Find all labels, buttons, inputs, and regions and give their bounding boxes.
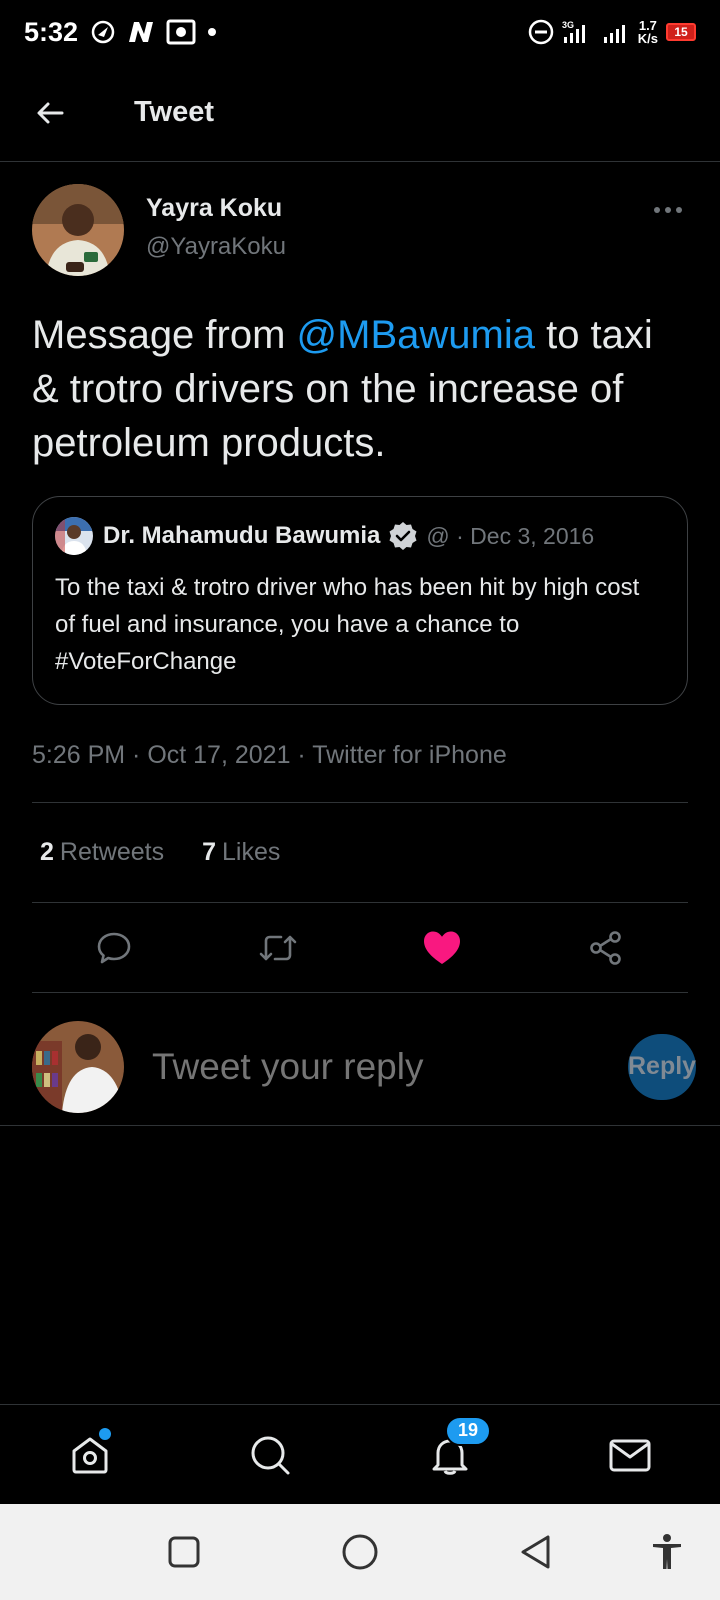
tab-search[interactable] xyxy=(235,1420,305,1490)
tab-messages[interactable] xyxy=(595,1420,665,1490)
share-action-button[interactable] xyxy=(581,923,631,973)
search-icon xyxy=(251,1436,290,1474)
back-system-button[interactable] xyxy=(511,1527,561,1577)
arrow-left-icon xyxy=(37,102,64,123)
tweet-actions xyxy=(32,903,688,993)
navigation-icon xyxy=(91,20,115,44)
tab-notifications[interactable]: 19 xyxy=(415,1415,491,1490)
mention-link[interactable]: @MBawumia xyxy=(297,313,535,357)
reply-action-button[interactable] xyxy=(89,923,139,973)
triangle-back-icon xyxy=(521,1535,550,1569)
tweet-text: Message from @MBawumia to taxi & trotro … xyxy=(32,313,653,465)
top-app-bar: Tweet xyxy=(0,64,720,162)
tab-home[interactable] xyxy=(55,1420,125,1490)
quoted-author-avatar xyxy=(55,517,93,555)
my-avatar xyxy=(32,1020,124,1113)
dnd-icon xyxy=(528,19,554,45)
reply-button[interactable]: Reply xyxy=(628,1033,697,1100)
tweet-stats: 2 Retweets 7 Likes xyxy=(32,803,688,903)
likes-stat[interactable]: 7 Likes xyxy=(202,838,280,867)
retweet-action-button[interactable] xyxy=(253,923,303,973)
author-row: Yayra Koku @YayraKoku xyxy=(32,184,688,276)
accessibility-icon xyxy=(653,1534,681,1569)
square-icon xyxy=(168,1536,200,1568)
quoted-author-name: Dr. Mahamudu Bawumia xyxy=(103,522,381,549)
more-dot-icon xyxy=(665,207,671,213)
circle-icon xyxy=(342,1534,378,1570)
reply-composer: Reply xyxy=(0,1008,720,1126)
dot-icon xyxy=(208,28,217,36)
author-avatar-image xyxy=(32,184,124,276)
comment-icon xyxy=(97,932,131,963)
status-bar: 5:32 3G 1.7 K/s 15 xyxy=(0,0,720,64)
heart-filled-icon xyxy=(424,931,460,964)
my-avatar-image xyxy=(32,1020,124,1113)
signal-icon xyxy=(603,25,625,43)
tweet-meta: 5:26 PM · Oct 17, 2021 · Twitter for iPh… xyxy=(32,741,688,803)
home-new-indicator xyxy=(99,1427,111,1440)
quoted-tweet-text: To the taxi & trotro driver who has been… xyxy=(55,574,640,675)
author-name[interactable]: Yayra Koku xyxy=(146,194,286,223)
retweets-stat[interactable]: 2 Retweets xyxy=(40,838,164,867)
back-button[interactable] xyxy=(20,83,80,143)
author-handle[interactable]: @YayraKoku xyxy=(146,233,286,261)
page-title: Tweet xyxy=(134,96,215,128)
status-time: 5:32 xyxy=(24,16,79,47)
recents-button[interactable] xyxy=(159,1527,209,1577)
reply-input[interactable] xyxy=(152,1045,628,1088)
home-system-button[interactable] xyxy=(335,1527,385,1577)
notifications-badge: 19 xyxy=(445,1415,491,1446)
retweet-icon xyxy=(259,935,297,960)
svg-text:3G: 3G xyxy=(562,20,574,30)
mail-icon xyxy=(609,1439,651,1471)
author-avatar[interactable] xyxy=(32,184,124,276)
quoted-avatar-image xyxy=(55,517,93,555)
battery-icon: 15 xyxy=(666,23,696,41)
photo-app-icon xyxy=(166,19,196,45)
system-navigation-bar xyxy=(0,1504,720,1600)
quoted-handle-date: @ · Dec 3, 2016 xyxy=(426,522,595,549)
n-app-icon xyxy=(129,22,154,42)
battery-level: 15 xyxy=(666,23,696,41)
share-icon xyxy=(590,930,621,965)
more-options-button[interactable] xyxy=(648,200,688,220)
like-action-button[interactable] xyxy=(417,923,467,973)
more-dot-icon xyxy=(654,207,660,213)
quoted-tweet[interactable]: Dr. Mahamudu Bawumia @ · Dec 3, 2016 To … xyxy=(32,496,688,705)
bottom-navigation: 19 xyxy=(0,1404,720,1504)
signal-4g-icon: 3G xyxy=(562,20,585,43)
more-dot-icon xyxy=(676,207,682,213)
accessibility-button[interactable] xyxy=(642,1527,692,1577)
tweet-detail: Yayra Koku @YayraKoku Message from @MBaw… xyxy=(32,162,688,993)
network-speed: 1.7 K/s xyxy=(637,18,658,46)
verified-badge-icon xyxy=(389,522,417,550)
